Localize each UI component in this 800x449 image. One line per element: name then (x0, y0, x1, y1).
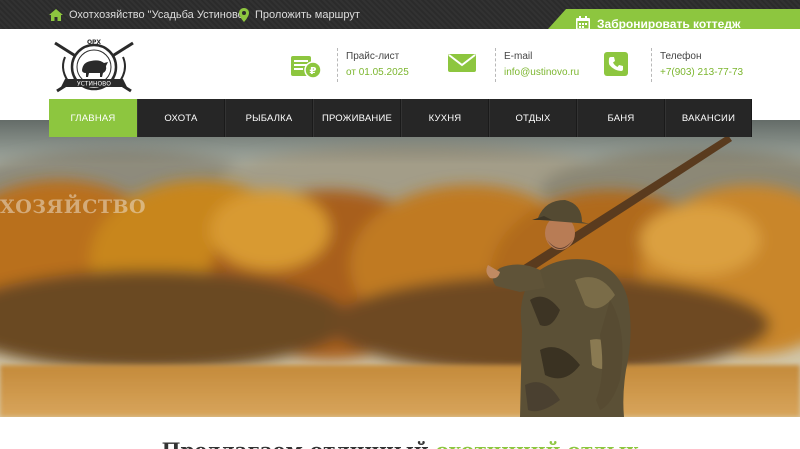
section-heading-highlight: охотничий отдых (436, 438, 639, 449)
envelope-icon (448, 54, 476, 72)
price-value[interactable]: от 01.05.2025 (346, 66, 409, 80)
route-link[interactable]: Проложить маршрут (239, 0, 360, 29)
site-logo[interactable]: УСТИНОВО ОРХ (51, 35, 137, 101)
home-icon (49, 8, 63, 21)
main-nav: ГЛАВНАЯ ОХОТА РЫБАЛКА ПРОЖИВАНИЕ КУХНЯ О… (49, 99, 752, 137)
nav-item-home[interactable]: ГЛАВНАЯ (49, 99, 137, 137)
site-header: УСТИНОВО ОРХ ₽ Прайс-лист от 01.05.2025 … (0, 29, 800, 99)
route-link-label: Проложить маршрут (255, 8, 360, 21)
section-heading: Предлагаем отличный охотничий отдых (0, 438, 800, 449)
nav-item-leisure[interactable]: ОТДЫХ (489, 99, 577, 137)
email-label: E-mail (504, 51, 533, 62)
home-link-label: Охотхозяйство "Усадьба Устиново" (69, 8, 248, 21)
nav-item-vacancies[interactable]: ВАКАНСИИ (665, 99, 752, 137)
phone-value[interactable]: +7(903) 213-77-73 (660, 66, 743, 80)
nav-item-fishing[interactable]: РЫБАЛКА (225, 99, 313, 137)
svg-text:₽: ₽ (310, 66, 317, 77)
phone-icon (604, 52, 628, 76)
nav-item-banya[interactable]: БАНЯ (577, 99, 665, 137)
nav-item-hunting[interactable]: ОХОТА (137, 99, 225, 137)
nav-item-kitchen[interactable]: КУХНЯ (401, 99, 489, 137)
nav-item-accommodation[interactable]: ПРОЖИВАНИЕ (313, 99, 401, 137)
price-list-icon: ₽ (291, 56, 322, 79)
email-value[interactable]: info@ustinovo.ru (504, 66, 579, 80)
home-link[interactable]: Охотхозяйство "Усадьба Устиново" (49, 0, 248, 29)
calendar-icon (576, 16, 590, 30)
map-pin-icon (239, 7, 249, 22)
hero-banner: ХОЗЯЙСТВО (0, 120, 800, 417)
phone-label: Телефон (660, 51, 702, 62)
logo-text-top: ОРХ (87, 39, 101, 46)
hero-subtitle: ХОЗЯЙСТВО (0, 196, 147, 218)
hero-image (0, 120, 800, 417)
logo-text-bottom: УСТИНОВО (77, 81, 111, 88)
section-heading-prefix: Предлагаем отличный (162, 438, 429, 449)
price-label: Прайс-лист (346, 51, 400, 62)
